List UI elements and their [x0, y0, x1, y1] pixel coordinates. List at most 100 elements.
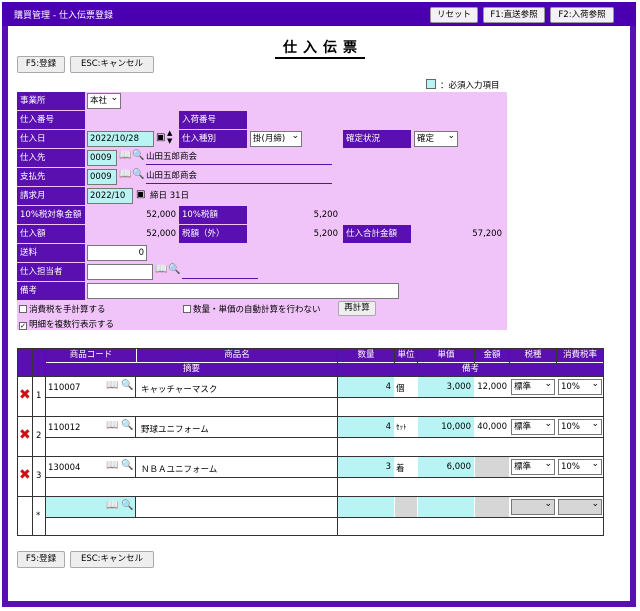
row-tax-rule-select[interactable]: 標準 — [511, 457, 555, 475]
row-number: 1 — [36, 391, 42, 401]
reset-button[interactable]: リセット — [430, 7, 478, 23]
row-qty-input[interactable]: 3 — [338, 457, 394, 477]
supplier-code-input[interactable]: 0009 — [87, 150, 117, 166]
book-lookup-icon[interactable]: 📖 — [155, 263, 167, 277]
book-lookup-icon[interactable]: 📖 — [106, 460, 118, 471]
receipt-no-label: 入荷番号 — [179, 111, 247, 129]
search-icon[interactable]: 🔍 — [132, 149, 144, 163]
manual-tax-checkbox[interactable]: 消費税を手計算する — [19, 303, 106, 317]
shipping-input[interactable]: 0 — [87, 245, 147, 261]
memo-label: 備考 — [17, 282, 85, 300]
row-tax-rate-select[interactable]: 10% — [558, 457, 602, 475]
row-qty-input[interactable]: 4 — [338, 377, 394, 397]
new-row-qty-input[interactable] — [338, 497, 394, 517]
purchase-amount-value: 52,000 — [146, 229, 176, 239]
row-tax-rate-select[interactable]: 10% — [558, 377, 602, 395]
no-autocalc-checkbox[interactable]: 数量・単価の自動計算を行わない — [183, 303, 321, 317]
book-lookup-icon[interactable]: 📖 — [106, 500, 118, 511]
delete-row-icon[interactable]: ✖ — [19, 467, 31, 483]
col-amount: 金額 — [475, 349, 509, 362]
row-amount: 12,000 — [477, 382, 507, 392]
billing-month-input[interactable]: 2022/10 — [87, 188, 133, 204]
book-lookup-icon[interactable]: 📖 — [106, 420, 118, 431]
col-unit: 単位 — [395, 349, 417, 362]
book-lookup-icon[interactable]: 📖 — [119, 149, 131, 163]
register-button[interactable]: F5:登録 — [17, 56, 65, 73]
row-code-cell[interactable]: 110012 📖 🔍 — [46, 417, 136, 437]
total-label: 仕入合計金額 — [343, 225, 411, 243]
purchase-date-label: 仕入日 — [17, 130, 85, 148]
col-code: 商品コード — [46, 349, 136, 362]
row-price-input[interactable]: 6,000 — [418, 457, 474, 477]
memo-input[interactable] — [87, 283, 399, 299]
person-label: 仕入担当者 — [17, 263, 85, 281]
col-tax-rule: 税種 — [510, 349, 556, 362]
col-name: 商品名 — [137, 349, 337, 362]
row-code-cell[interactable]: 110007 📖 🔍 — [46, 377, 136, 397]
new-row-code-input[interactable]: 📖 🔍 — [46, 497, 136, 517]
receipt-ref-button[interactable]: F2:入荷参照 — [550, 7, 614, 23]
direct-shipment-ref-button[interactable]: F1:直送参照 — [483, 7, 545, 23]
closing-day: 締日 31日 — [150, 191, 190, 201]
title-bar: 購買管理 - 仕入伝票登録 リセット F1:直送参照 F2:入荷参照 — [2, 2, 636, 26]
calendar-icon[interactable]: ▣ — [156, 131, 165, 145]
row-price-input[interactable]: 3,000 — [418, 377, 474, 397]
row-tax-rate-select[interactable]: 10% — [558, 417, 602, 435]
row-unit: 個 — [396, 384, 405, 394]
row-tax-rule-select[interactable]: 標準 — [511, 417, 555, 435]
search-icon[interactable]: 🔍 — [121, 380, 133, 391]
search-icon[interactable]: 🔍 — [132, 168, 144, 182]
book-lookup-icon[interactable]: 📖 — [119, 168, 131, 182]
row-number: 3 — [36, 471, 42, 481]
payee-label: 支払先 — [17, 168, 85, 186]
row-product-name[interactable]: ＮＢＡユニフォーム — [141, 463, 217, 475]
recalc-button[interactable]: 再計算 — [338, 301, 376, 316]
register-button-bottom[interactable]: F5:登録 — [17, 551, 65, 568]
date-spinner-icon[interactable]: ▲ ▼ — [167, 129, 172, 145]
new-row-unit — [395, 497, 417, 517]
office-select[interactable]: 本社 — [87, 91, 121, 109]
payee-code-input[interactable]: 0009 — [87, 169, 117, 185]
payee-name-underline — [146, 183, 332, 184]
row-amount — [475, 457, 509, 477]
delete-row-icon[interactable]: ✖ — [19, 427, 31, 443]
purchase-date-input[interactable]: 2022/10/28 — [87, 131, 154, 147]
total-value: 57,200 — [472, 229, 502, 239]
shipping-label: 送料 — [17, 244, 85, 262]
purchase-type-select[interactable]: 掛(月締) — [250, 129, 302, 147]
delete-row-icon[interactable]: ✖ — [19, 387, 31, 403]
row-product-name[interactable]: 野球ユニフォーム — [141, 423, 209, 435]
checkbox-box — [183, 305, 191, 313]
row-price-input[interactable]: 10,000 — [418, 417, 474, 437]
taxable10-value: 52,000 — [146, 210, 176, 220]
search-icon[interactable]: 🔍 — [121, 500, 133, 511]
row-tax-rule-select[interactable]: 標準 — [511, 377, 555, 395]
new-row-tax-rate-select[interactable] — [558, 497, 602, 515]
search-icon[interactable]: 🔍 — [121, 420, 133, 431]
new-row-marker: * — [36, 511, 41, 521]
person-name-underline — [182, 278, 258, 279]
cancel-button[interactable]: ESC:キャンセル — [70, 56, 154, 73]
multiline-checkbox[interactable]: ✓ 明細を複数行表示する — [19, 318, 114, 332]
col-summary: 摘要 — [46, 363, 337, 376]
cancel-button-bottom[interactable]: ESC:キャンセル — [70, 551, 154, 568]
search-icon[interactable]: 🔍 — [121, 460, 133, 471]
taxable10-label: 10%税対象金額 — [17, 206, 85, 224]
new-row-amount — [475, 497, 509, 517]
tax-excl-value: 5,200 — [313, 229, 338, 239]
book-lookup-icon[interactable]: 📖 — [106, 380, 118, 391]
new-row-price-input[interactable] — [418, 497, 474, 517]
detail-grid: 商品コード 商品名 数量 単位 単価 金額 税種 消費税率 摘要 備考 ✖ 1 … — [17, 348, 604, 536]
calendar-icon[interactable]: ▣ — [136, 188, 145, 202]
row-qty-input[interactable]: 4 — [338, 417, 394, 437]
app-title: 購買管理 - 仕入伝票登録 — [14, 11, 113, 21]
new-row-tax-rule-select[interactable] — [511, 497, 555, 515]
confirm-status-select[interactable]: 確定 — [414, 129, 458, 147]
search-icon[interactable]: 🔍 — [168, 263, 180, 277]
tax10-label: 10%税額 — [179, 206, 247, 224]
row-code-cell[interactable]: 130004 📖 🔍 — [46, 457, 136, 477]
tax-excl-label: 税額（外） — [179, 225, 247, 243]
row-product-name[interactable]: キャッチャーマスク — [141, 383, 217, 395]
col-price: 単価 — [418, 349, 474, 362]
person-code-input[interactable] — [87, 264, 153, 280]
